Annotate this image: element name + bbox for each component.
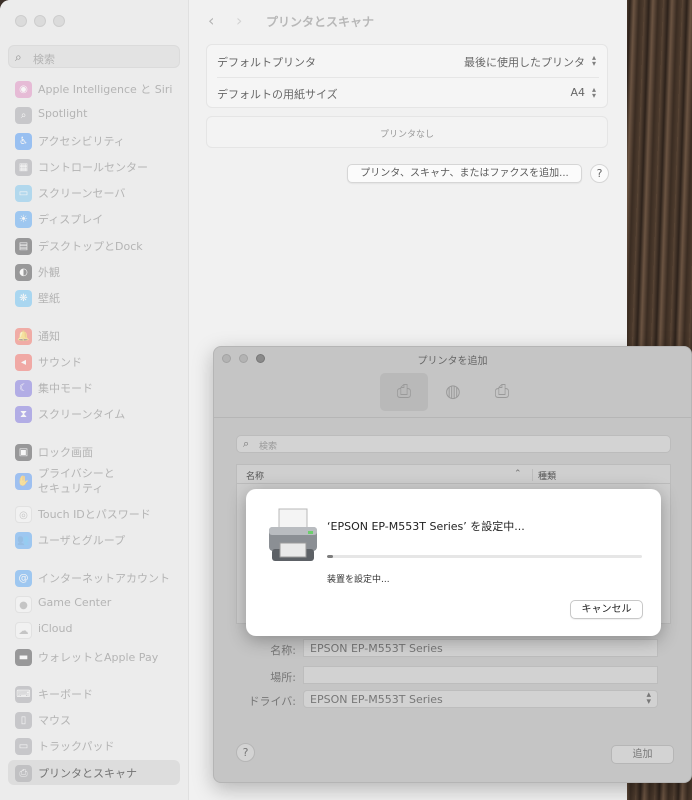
name-value: EPSON EP-M553T Series (310, 642, 443, 655)
add-printer-title: プリンタを追加 (417, 356, 488, 367)
location-label: 場所: (270, 671, 296, 684)
default-printers-tab[interactable]: ⎙ (380, 373, 428, 411)
driver-label: ドライバ: (248, 695, 297, 708)
toolbar-separator (214, 417, 691, 418)
ip-printers-tab[interactable]: ◍ (429, 373, 477, 411)
column-name-header[interactable]: 名称 (246, 469, 264, 482)
setup-title: ‘EPSON EP-M553T Series’ を設定中... (327, 520, 525, 533)
setup-status-text: 装置を設定中... (327, 575, 390, 585)
driver-popup[interactable]: EPSON EP-M553T Series ▴ ▾ (303, 690, 658, 708)
sort-chevron-icon: ⌃ (514, 469, 522, 479)
globe-icon: ◍ (445, 381, 461, 402)
help-button[interactable]: ? (236, 743, 255, 762)
printer-icon (269, 508, 317, 561)
cancel-button[interactable]: キャンセル (570, 600, 643, 619)
windows-printers-tab[interactable]: ⎙ (478, 373, 526, 411)
add-printer-titlebar: プリンタを追加 (214, 347, 691, 369)
name-label: 名称: (270, 644, 296, 657)
windows-printer-icon: ⎙ (494, 381, 510, 402)
search-icon: ⌕ (243, 437, 250, 450)
column-kind-header[interactable]: 種類 (532, 469, 556, 482)
printer-icon: ⎙ (396, 381, 412, 402)
setup-progress-bar (327, 555, 642, 558)
table-header: 名称 ⌃ 種類 (237, 465, 670, 484)
name-field[interactable]: EPSON EP-M553T Series (303, 639, 658, 657)
setup-progress-fill (327, 555, 334, 558)
setup-progress-sheet: ‘EPSON EP-M553T Series’ を設定中... 装置を設定中..… (246, 489, 661, 636)
printer-search-field[interactable]: ⌕ 検索 (236, 435, 671, 453)
driver-value: EPSON EP-M553T Series (310, 693, 443, 706)
printer-search-placeholder: 検索 (259, 442, 278, 452)
location-field[interactable] (303, 666, 658, 684)
popup-chevron-icon: ▴ ▾ (646, 690, 651, 707)
add-button[interactable]: 追加 (611, 745, 674, 764)
